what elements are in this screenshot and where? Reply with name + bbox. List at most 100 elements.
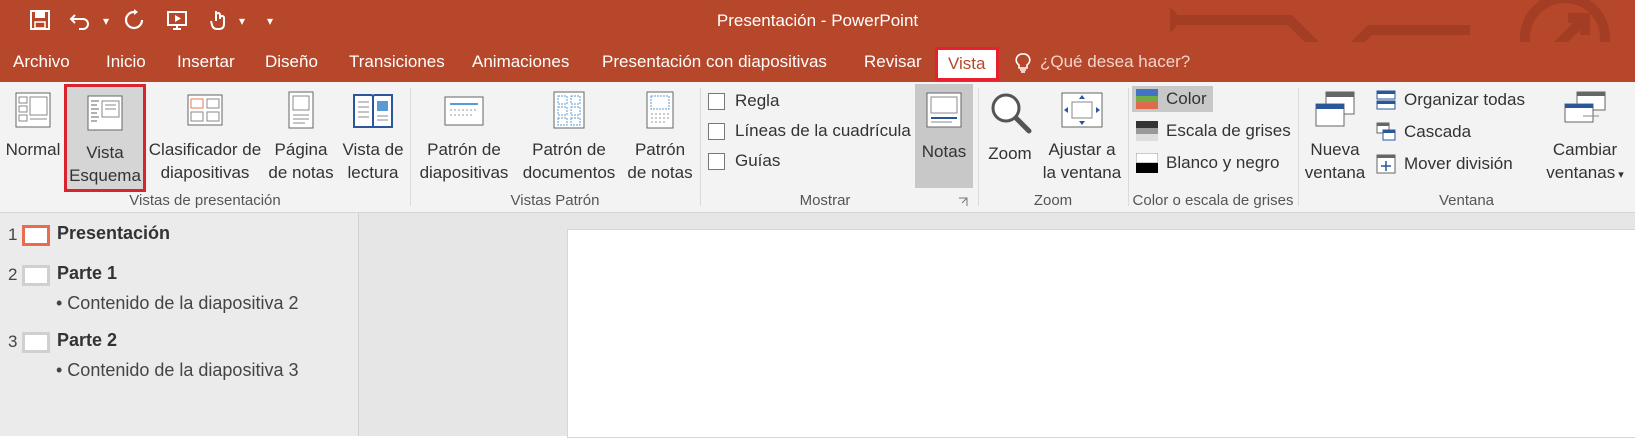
handout-master-label-1: Patrón de <box>532 140 606 159</box>
handout-master-icon <box>553 91 585 129</box>
reading-view-icon <box>353 94 393 128</box>
color-swatch-icon <box>1136 89 1158 109</box>
handout-master-button[interactable]: Patrón de documentos <box>514 84 624 192</box>
tab-diseno[interactable]: Diseño <box>265 52 318 72</box>
slide-canvas[interactable] <box>567 229 1635 438</box>
outline-slide-number: 2 <box>8 265 18 284</box>
notes-master-label-2: de notas <box>627 163 693 182</box>
arrange-all-label: Organizar todas <box>1404 90 1525 109</box>
slide-sorter-label-1: Clasificador de <box>148 140 262 159</box>
fit-to-window-button[interactable]: Ajustar a la ventana <box>1040 84 1124 192</box>
outline-slide-number: 1 <box>8 225 18 244</box>
lightbulb-icon <box>1015 53 1031 73</box>
guides-checkbox-box[interactable] <box>708 152 725 170</box>
switch-windows-icon <box>1564 91 1606 123</box>
black-white-swatch-icon <box>1136 153 1158 173</box>
notes-icon <box>926 92 962 128</box>
tab-animaciones[interactable]: Animaciones <box>472 52 569 72</box>
notes-master-label-1: Patrón <box>634 140 686 159</box>
color-button[interactable]: Color <box>1132 86 1213 112</box>
outline-slide-number: 3 <box>8 332 18 351</box>
notes-page-label-2: de notas <box>268 163 334 182</box>
outline-slide-title[interactable]: Parte 1 <box>57 263 117 284</box>
notes-master-icon <box>646 91 674 129</box>
color-label: Color <box>1166 89 1207 108</box>
slide-sorter-icon <box>187 94 223 126</box>
outline-pane[interactable]: 1 Presentación 2 Parte 1 • Contenido de … <box>0 213 359 436</box>
group-separator <box>700 88 701 206</box>
ruler-checkbox[interactable]: Regla <box>708 91 779 111</box>
outline-bullet[interactable]: • Contenido de la diapositiva 2 <box>56 293 298 314</box>
outline-slide-title[interactable]: Presentación <box>57 223 170 244</box>
notes-button[interactable]: Notas <box>915 84 973 188</box>
slide-thumbnail-icon[interactable] <box>22 265 50 286</box>
tab-revisar[interactable]: Revisar <box>864 52 922 72</box>
new-window-label-2: ventana <box>1304 163 1366 182</box>
tab-presentacion[interactable]: Presentación con diapositivas <box>602 52 827 72</box>
fit-to-window-label-2: la ventana <box>1042 163 1122 182</box>
grayscale-swatch-icon <box>1136 121 1158 141</box>
normal-view-button[interactable]: Normal <box>2 84 64 192</box>
tab-inicio[interactable]: Inicio <box>106 52 146 72</box>
slide-master-button[interactable]: Patrón de diapositivas <box>414 84 514 192</box>
notes-page-label-1: Página <box>274 140 328 159</box>
slide-sorter-button[interactable]: Clasificador de diapositivas <box>146 84 264 192</box>
switch-windows-button[interactable]: Cambiar ventanas ▾ <box>1540 84 1630 192</box>
tab-vista[interactable]: Vista <box>935 47 999 81</box>
gridlines-checkbox-box[interactable] <box>708 122 725 140</box>
tab-transiciones[interactable]: Transiciones <box>349 52 445 72</box>
reading-view-button[interactable]: Vista de lectura <box>337 84 409 192</box>
tell-me-search[interactable]: ¿Qué desea hacer? <box>1040 52 1190 72</box>
group-separator <box>1298 88 1299 206</box>
group-separator <box>410 88 411 206</box>
outline-view-label-1: Vista <box>86 143 124 162</box>
group-separator <box>978 88 979 206</box>
new-window-label-1: Nueva <box>1310 140 1360 159</box>
move-split-button[interactable]: Mover división <box>1376 154 1513 174</box>
black-white-button[interactable]: Blanco y negro <box>1136 153 1279 173</box>
group-label-presentation-views: Vistas de presentación <box>129 192 281 209</box>
arrange-all-button[interactable]: Organizar todas <box>1376 90 1525 110</box>
outline-view-button[interactable]: Vista Esquema <box>64 84 146 192</box>
slide-thumbnail-icon[interactable] <box>22 332 50 353</box>
group-separator <box>1128 88 1129 206</box>
new-window-button[interactable]: Nueva ventana <box>1302 84 1368 192</box>
slide-thumbnail-icon[interactable] <box>22 225 50 246</box>
tab-insertar[interactable]: Insertar <box>177 52 235 72</box>
outline-view-label-2: Esquema <box>69 166 141 185</box>
notes-page-button[interactable]: Página de notas <box>265 84 337 192</box>
handout-master-label-2: documentos <box>522 163 616 182</box>
gridlines-checkbox[interactable]: Líneas de la cuadrícula <box>708 121 911 141</box>
dialog-launcher-icon[interactable] <box>958 197 968 207</box>
outline-slide-title[interactable]: Parte 2 <box>57 330 117 351</box>
grayscale-button[interactable]: Escala de grises <box>1136 121 1291 141</box>
switch-windows-label-2: ventanas <box>1546 163 1616 182</box>
guides-checkbox[interactable]: Guías <box>708 151 780 171</box>
reading-view-label-2: lectura <box>347 163 399 182</box>
cascade-label: Cascada <box>1404 122 1472 141</box>
fit-to-window-icon <box>1061 92 1103 128</box>
ruler-checkbox-box[interactable] <box>708 92 725 110</box>
zoom-button[interactable]: Zoom <box>982 84 1038 192</box>
move-split-icon <box>1376 154 1396 174</box>
tab-archivo[interactable]: Archivo <box>13 52 70 72</box>
cascade-icon <box>1376 122 1396 141</box>
notes-master-button[interactable]: Patrón de notas <box>624 84 696 192</box>
arrange-all-icon <box>1376 90 1396 110</box>
group-label-color: Color o escala de grises <box>1132 192 1294 209</box>
title-bar: ▾ ▾ ▾ Presentación - PowerPoint <box>0 0 1635 82</box>
guides-label: Guías <box>735 151 781 170</box>
cascade-button[interactable]: Cascada <box>1376 122 1471 142</box>
outline-bullet[interactable]: • Contenido de la diapositiva 3 <box>56 360 298 381</box>
ribbon: Normal Vista Esquema Clasificador de dia… <box>0 82 1635 213</box>
fit-to-window-label-1: Ajustar a <box>1048 140 1116 159</box>
slide-sorter-label-2: diapositivas <box>160 163 250 182</box>
new-window-icon <box>1315 91 1355 127</box>
ruler-label: Regla <box>735 91 780 110</box>
move-split-label: Mover división <box>1404 154 1513 173</box>
zoom-icon <box>991 93 1032 134</box>
zoom-label: Zoom <box>988 144 1032 163</box>
normal-view-label: Normal <box>5 140 61 159</box>
notes-page-icon <box>288 91 314 129</box>
chevron-down-icon: ▾ <box>1615 169 1624 181</box>
